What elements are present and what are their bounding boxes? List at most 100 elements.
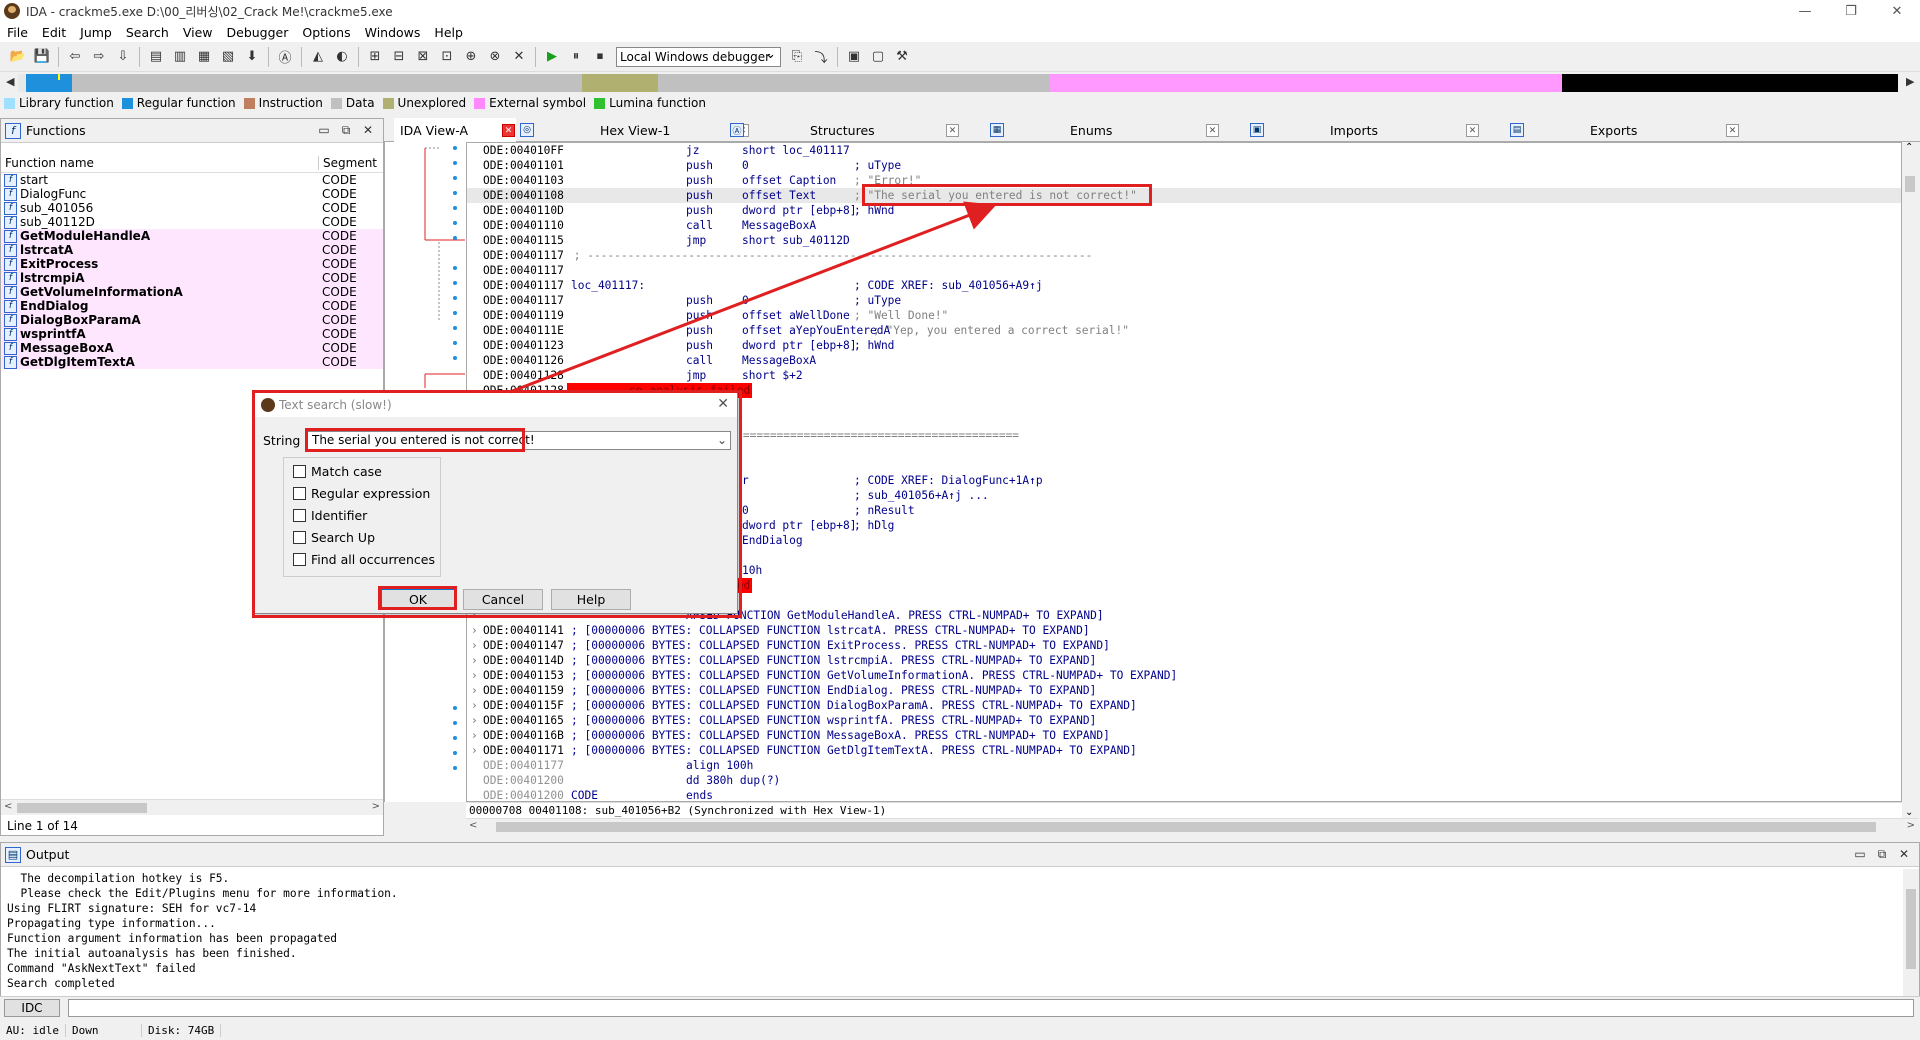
collapsed-function[interactable]: ; [00000006 BYTES: COLLAPSED FUNCTION Ex… (571, 638, 1110, 653)
scroll-left-icon[interactable]: < (4, 801, 12, 812)
search-up-icon[interactable]: ▧ (218, 47, 238, 67)
menu-edit[interactable]: Edit (35, 25, 73, 40)
panel-close-icon[interactable]: ✕ (1893, 847, 1915, 862)
disasm-operand[interactable]: r (742, 473, 749, 488)
menu-debugger[interactable]: Debugger (220, 25, 296, 40)
expand-chevron-icon[interactable]: › (471, 653, 478, 668)
disasm-operand[interactable]: 0 (742, 503, 749, 518)
regex-checkbox[interactable]: Regular expression (293, 486, 430, 501)
ok-button[interactable]: OK (381, 589, 455, 610)
function-row[interactable]: f MessageBoxA CODE (1, 341, 383, 355)
disasm-operand[interactable]: offset aWellDone (742, 308, 850, 323)
function-row[interactable]: f GetDlgItemTextA CODE (1, 355, 383, 369)
text-search-icon[interactable]: Ⓐ (275, 47, 295, 67)
collapsed-function[interactable]: ; [00000006 BYTES: COLLAPSED FUNCTION ls… (571, 623, 1090, 638)
jump-down-icon[interactable]: ⇩ (113, 47, 133, 67)
function-row[interactable]: f GetVolumeInformationA CODE (1, 285, 383, 299)
function-row[interactable]: f wsprintfA CODE (1, 327, 383, 341)
debugger-select[interactable]: Local Windows debugger (616, 46, 781, 67)
function-row[interactable]: f DialogBoxParamA CODE (1, 313, 383, 327)
dialog-close-icon[interactable]: ✕ (717, 396, 729, 412)
expand-chevron-icon[interactable]: › (471, 683, 478, 698)
collapsed-function[interactable]: ; [00000006 BYTES: COLLAPSED FUNCTION Me… (571, 728, 1110, 743)
attach-icon[interactable]: ⎘ (787, 47, 807, 67)
scroll-down-icon[interactable]: ⌄ (1905, 807, 1913, 818)
tab-structures[interactable]: Ⓐ Structures ✕ (724, 118, 974, 142)
tab-exports[interactable]: ▤ Exports ✕ (1504, 118, 1754, 142)
disasm-operand[interactable]: offset Caption (742, 173, 836, 188)
name-icon[interactable]: ⊗ (485, 47, 505, 67)
expand-chevron-icon[interactable]: › (471, 698, 478, 713)
disasm-hscrollbar[interactable]: < > (466, 818, 1918, 834)
step-icon[interactable]: ⤵ (811, 47, 831, 67)
disasm-vscrollbar[interactable]: ⌃ ⌄ (1902, 142, 1918, 818)
disasm-operand[interactable]: MessageBoxA (742, 218, 816, 233)
array-icon[interactable]: ⊡ (437, 47, 457, 67)
nav-right-arrow-icon[interactable]: ▶ (1906, 75, 1914, 88)
function-row[interactable]: f lstrcmpiA CODE (1, 271, 383, 285)
panel-minimize-icon[interactable]: ▭ (313, 123, 335, 138)
code-icon[interactable]: ⊞ (365, 47, 385, 67)
expand-chevron-icon[interactable]: › (471, 638, 478, 653)
scroll-thumb[interactable] (1905, 176, 1915, 192)
functions-hscrollbar[interactable]: < > (1, 799, 383, 815)
disasm-operand[interactable]: offset aYepYouEnteredA (742, 323, 890, 338)
nav-left-arrow-icon[interactable]: ◀ (6, 75, 14, 88)
collapsed-function[interactable]: ; [00000006 BYTES: COLLAPSED FUNCTION Di… (571, 698, 1137, 713)
collapsed-function[interactable]: ; [00000006 BYTES: COLLAPSED FUNCTION Ge… (571, 668, 1177, 683)
help-button[interactable]: Help (551, 589, 631, 610)
output-vscrollbar[interactable] (1903, 869, 1919, 997)
scroll-thumb[interactable] (17, 803, 147, 813)
binary-icon[interactable]: ▤ (146, 47, 166, 67)
cancel-button[interactable]: Cancel (463, 589, 543, 610)
minimize-button[interactable]: — (1782, 0, 1828, 22)
function-row[interactable]: f start CODE (1, 173, 383, 187)
disasm-operand[interactable]: EndDialog (742, 533, 803, 548)
scroll-thumb[interactable] (496, 822, 1876, 832)
function-row[interactable]: f sub_401056 CODE (1, 201, 383, 215)
scroll-left-icon[interactable]: < (469, 820, 477, 831)
forward-icon[interactable]: ⇨ (89, 47, 109, 67)
disasm-operand[interactable]: 10h (742, 563, 762, 578)
disasm-operand[interactable]: 0 (742, 158, 749, 173)
tab-enums[interactable]: ▦ Enums ✕ (984, 118, 1234, 142)
expand-chevron-icon[interactable]: › (471, 713, 478, 728)
tab-close-icon[interactable]: ✕ (1466, 124, 1479, 137)
disasm-operand[interactable]: dword ptr [ebp+8] (742, 518, 857, 533)
lumina-icon[interactable]: ◐ (332, 47, 352, 67)
expand-chevron-icon[interactable]: › (471, 668, 478, 683)
open-icon[interactable]: 📂 (8, 47, 28, 67)
cancel-x-icon[interactable]: ✕ (509, 47, 529, 67)
find-all-checkbox[interactable]: Find all occurrences (293, 552, 435, 567)
menu-search[interactable]: Search (119, 25, 176, 40)
menu-options[interactable]: Options (295, 25, 357, 40)
close-button[interactable]: ✕ (1874, 0, 1920, 22)
save-icon[interactable]: 💾 (32, 47, 52, 67)
menu-windows[interactable]: Windows (358, 25, 428, 40)
disasm-operand[interactable]: dword ptr [ebp+8] (742, 338, 857, 353)
expand-chevron-icon[interactable]: › (471, 728, 478, 743)
tab-imports[interactable]: ▣ Imports ✕ (1244, 118, 1494, 142)
identifier-checkbox[interactable]: Identifier (293, 508, 367, 523)
string-combobox[interactable]: The serial you entered is not correct! ⌄ (307, 431, 731, 450)
disasm-label[interactable]: loc_401117: (571, 278, 645, 293)
match-case-checkbox[interactable]: Match case (293, 464, 382, 479)
threads-icon[interactable]: ▢ (868, 47, 888, 67)
disasm-operand[interactable]: short loc_401117 (742, 143, 850, 158)
menu-view[interactable]: View (176, 25, 220, 40)
menu-file[interactable]: File (0, 25, 35, 40)
stop-icon[interactable]: ⏹ (590, 47, 610, 67)
down-arrow-icon[interactable]: ⬇ (242, 47, 262, 67)
search-up-checkbox[interactable]: Search Up (293, 530, 375, 545)
binary-next-icon[interactable]: ▥ (170, 47, 190, 67)
menu-help[interactable]: Help (427, 25, 470, 40)
function-row[interactable]: f sub_40112D CODE (1, 215, 383, 229)
collapsed-function[interactable]: ; [00000006 BYTES: COLLAPSED FUNCTION Ge… (571, 743, 1137, 758)
scroll-right-icon[interactable]: > (372, 801, 380, 812)
scroll-thumb[interactable] (1906, 889, 1916, 969)
breakpoints-icon[interactable]: ▣ (844, 47, 864, 67)
graph-icon[interactable]: ◭ (308, 47, 328, 67)
scroll-right-icon[interactable]: > (1907, 820, 1915, 831)
disasm-operand[interactable]: 0 (742, 293, 749, 308)
collapsed-function[interactable]: APSED FUNCTION GetModuleHandleA. PRESS C… (686, 608, 1104, 623)
